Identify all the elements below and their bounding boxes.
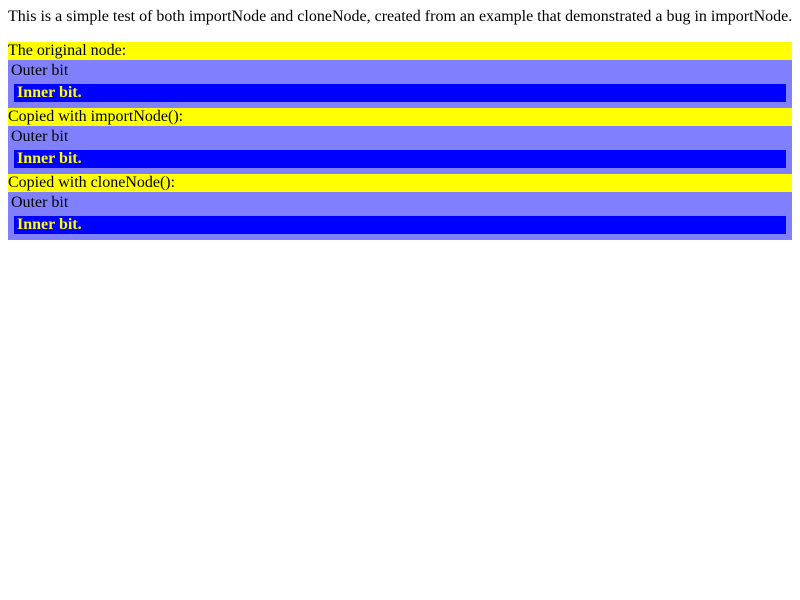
section-label: Copied with importNode(): bbox=[8, 108, 792, 126]
section-clone-node: Copied with cloneNode(): Outer bit Inner… bbox=[8, 174, 792, 240]
inner-node: Inner bit. bbox=[14, 150, 786, 168]
outer-text: Outer bit bbox=[11, 194, 69, 211]
outer-node: Outer bit Inner bit. bbox=[8, 60, 792, 108]
outer-node: Outer bit Inner bit. bbox=[8, 192, 792, 240]
section-label: Copied with cloneNode(): bbox=[8, 174, 792, 192]
node-sections: The original node: Outer bit Inner bit. … bbox=[8, 42, 792, 240]
section-label: The original node: bbox=[8, 42, 792, 60]
intro-paragraph: This is a simple test of both importNode… bbox=[8, 8, 793, 25]
inner-node: Inner bit. bbox=[14, 216, 786, 234]
inner-node: Inner bit. bbox=[14, 84, 786, 102]
outer-node: Outer bit Inner bit. bbox=[8, 126, 792, 174]
section-import-node: Copied with importNode(): Outer bit Inne… bbox=[8, 108, 792, 174]
outer-text: Outer bit bbox=[11, 62, 69, 79]
section-original-node: The original node: Outer bit Inner bit. bbox=[8, 42, 792, 108]
outer-text: Outer bit bbox=[11, 128, 69, 145]
